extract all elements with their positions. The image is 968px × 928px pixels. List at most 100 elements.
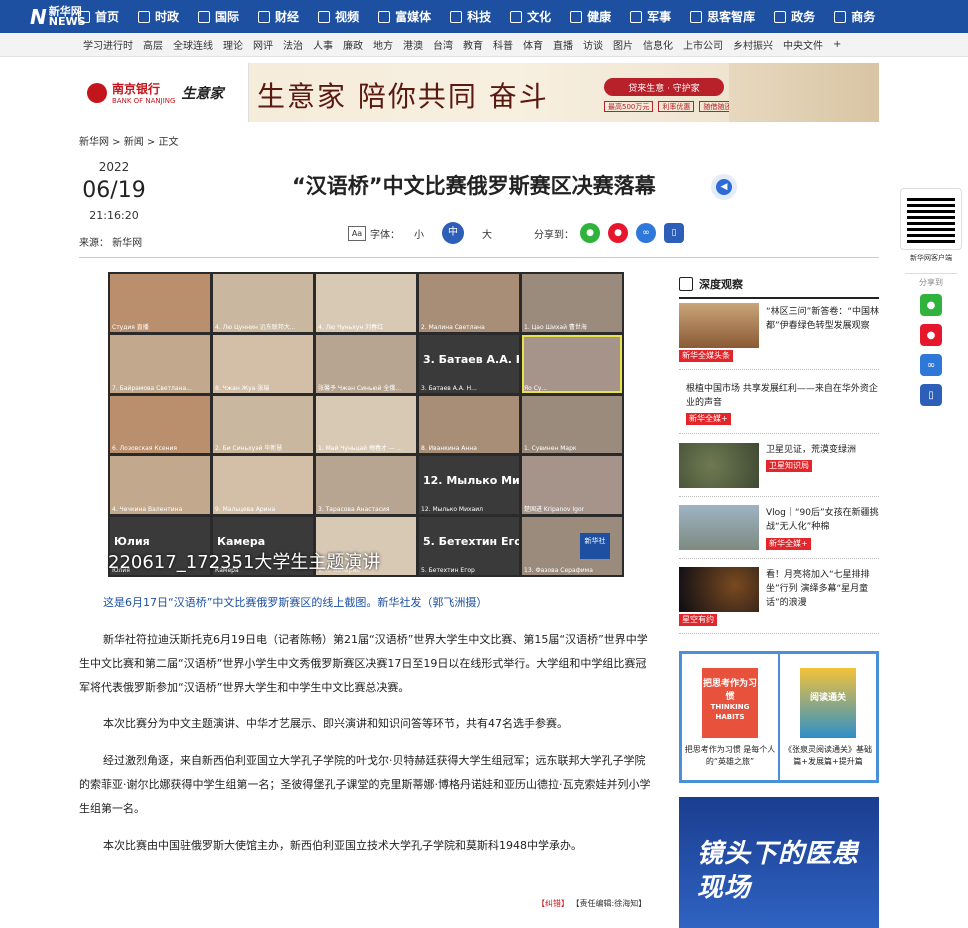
mobile-icon[interactable]: ▯ <box>920 384 942 406</box>
video-tile: 1. Сувинен Марк <box>522 395 622 454</box>
subnav-item[interactable]: 全球连线 <box>173 37 213 52</box>
subnav-item[interactable]: 高层 <box>143 37 163 52</box>
sidebar-thumb <box>679 567 759 612</box>
publish-date: 2022 06/19 21:16:20 <box>79 160 149 222</box>
subnav-item[interactable]: 信息化 <box>643 37 673 52</box>
nav-item[interactable]: 文化 <box>510 8 551 25</box>
tile-name: 7. Байрамова Светлана... <box>112 384 192 392</box>
subnav-item[interactable]: 乡村振兴 <box>733 37 773 52</box>
font-label: 字体： <box>370 229 400 241</box>
nav-item[interactable]: 国际 <box>198 8 239 25</box>
nav-label: 商务 <box>851 10 876 24</box>
paragraph: 本次比赛由中国驻俄罗斯大使馆主办，新西伯利亚国立技术大学孔子学院和莫斯科1948… <box>103 839 582 852</box>
divider <box>679 633 879 634</box>
nav-item[interactable]: 首页 <box>78 8 119 25</box>
font-large-button[interactable]: 大 <box>482 226 492 241</box>
date-year: 2022 <box>98 160 130 174</box>
nav-label: 思客智库 <box>707 10 756 24</box>
nav-item[interactable]: 视频 <box>318 8 359 25</box>
sidebar-item-tag: 新华全媒头条 <box>679 350 733 362</box>
nav-item[interactable]: 商务 <box>834 8 875 25</box>
tile-name: Яо Су... <box>524 384 548 392</box>
video-promo-ad[interactable]: 镜头下的医患现场 <box>679 797 879 928</box>
nav-item[interactable]: 健康 <box>570 8 611 25</box>
tile-name: 8. Иванкина Анна <box>421 445 477 453</box>
nav-item[interactable]: 时政 <box>138 8 179 25</box>
tile-big-label: Камера <box>217 535 266 549</box>
mobile-icon[interactable]: ▯ <box>664 223 684 243</box>
nav-label: 军事 <box>647 10 672 24</box>
subnav-item[interactable]: 访谈 <box>583 37 603 52</box>
nav-items: 首页 时政 国际 财经 视频 富媒体 科技 文化 健康 军事 思客智库 政务 商务 <box>78 8 894 25</box>
link-icon[interactable]: ∞ <box>920 354 942 376</box>
subnav-item[interactable]: 理论 <box>223 37 243 52</box>
breadcrumb[interactable]: 新华网 > 新闻 > 正文 <box>79 133 178 148</box>
tile-big-label: 5. Бетехтин Егор <box>423 535 519 549</box>
video-tile: 4. Лю Цуннин 远东联邦大... <box>213 274 313 332</box>
subnav-item[interactable]: 廉政 <box>343 37 363 52</box>
nav-item[interactable]: 思客智库 <box>690 8 755 25</box>
subnav-item[interactable]: 科普 <box>493 37 513 52</box>
subnav-item[interactable]: 台湾 <box>433 37 453 52</box>
nav-item[interactable]: 富媒体 <box>378 8 431 25</box>
book-card[interactable]: 阅读通关 《张泉灵阅读通关》基础篇+发展篇+提升篇 <box>780 654 876 780</box>
video-tile: 3. Тарасова Анастасия <box>316 456 416 515</box>
speaker-icon[interactable]: ◀ <box>711 174 737 200</box>
book-card[interactable]: 把思考作为习惯 THINKING HABITS 把思考作为习惯 是每个人的“英雄之… <box>682 654 778 780</box>
tile-name: Студия 直播 <box>112 323 149 331</box>
date-time: 21:16:20 <box>89 209 139 222</box>
banner-pill: 贷来生意 · 守护家 <box>604 78 724 96</box>
weibo-icon[interactable]: ● <box>920 324 942 346</box>
nav-item[interactable]: 科技 <box>450 8 491 25</box>
tile-name: 6. Лозовская Ксения <box>112 445 178 453</box>
subnav-item[interactable]: 港澳 <box>403 37 423 52</box>
tile-name: 13. Фазова Серафима <box>524 566 593 574</box>
subnav-item[interactable]: 体育 <box>523 37 543 52</box>
font-medium-button[interactable]: 中 <box>442 222 464 244</box>
correct-link[interactable]: 【纠错】 <box>537 899 569 908</box>
nav-icon <box>138 10 151 23</box>
nav-label: 政务 <box>791 10 816 24</box>
article-photo: Студия 直播 4. Лю Цуннин 远东联邦大... 4. Лю Чунь… <box>108 272 624 577</box>
nav-icon <box>378 10 391 23</box>
subnav-item[interactable]: 学习进行时 <box>83 37 133 52</box>
subnav-item[interactable]: 上市公司 <box>683 37 723 52</box>
video-tile: 3. Батаев А.А. Н... 3. Батаев А.А. Н... <box>419 334 519 393</box>
sidebar-item-title: 卫星见证，荒漠变绿洲 <box>766 445 857 455</box>
subnav-item[interactable]: 教育 <box>463 37 483 52</box>
subnav-item[interactable]: + <box>833 39 841 50</box>
app-qr-code[interactable] <box>900 188 962 250</box>
wechat-icon[interactable]: ● <box>920 294 942 316</box>
subnav-item[interactable]: 中央文件 <box>783 37 823 52</box>
nav-item[interactable]: 军事 <box>630 8 671 25</box>
subnav-item[interactable]: 网评 <box>253 37 273 52</box>
subnav-item[interactable]: 直播 <box>553 37 573 52</box>
article-tools: Aa 字体： 小 中 大 分享到： ● ● ∞ ▯ <box>348 222 692 244</box>
font-small-button[interactable]: 小 <box>414 226 424 241</box>
xinhua-logo[interactable]: N 新华网 NEWS <box>0 0 86 33</box>
bank-banner-ad[interactable]: 南京银行 BANK OF NANJING 生意家 生意家 陪你共同 奋斗 贷来生… <box>79 63 879 122</box>
subnav-item[interactable]: 地方 <box>373 37 393 52</box>
subnav-item[interactable]: 人事 <box>313 37 333 52</box>
tile-name: 张馨予 Чжан Синьюй 全俄... <box>318 384 402 392</box>
weibo-icon[interactable]: ● <box>608 223 628 243</box>
link-icon[interactable]: ∞ <box>636 223 656 243</box>
video-tile: 张馨予 Чжан Синьюй 全俄... <box>316 334 416 393</box>
nav-item[interactable]: 财经 <box>258 8 299 25</box>
wechat-icon[interactable]: ● <box>580 223 600 243</box>
video-tile: 1. Цао Шихай 曹世海 <box>522 274 622 332</box>
bank-name-en: BANK OF NANJING <box>112 97 176 105</box>
banner-tag: 最高500万元 <box>604 101 654 112</box>
subnav-item[interactable]: 图片 <box>613 37 633 52</box>
source: 来源： 新华网 <box>79 238 143 249</box>
nav-item[interactable]: 政务 <box>774 8 815 25</box>
nav-icon <box>774 10 787 23</box>
font-size-icon: Aa <box>348 225 366 241</box>
subnav-item[interactable]: 法治 <box>283 37 303 52</box>
nav-label: 科技 <box>467 10 492 24</box>
sidebar-item-title: “林区三问”新答卷：“中国林都”伊春绿色转型发展观察 <box>766 307 879 331</box>
nav-icon <box>258 10 271 23</box>
paragraph: 本次比赛分为中文主题演讲、中华才艺展示、即兴演讲和知识问答等环节，共有47名选手… <box>103 717 568 730</box>
logo-mark: N <box>30 4 47 29</box>
nav-icon <box>318 10 331 23</box>
